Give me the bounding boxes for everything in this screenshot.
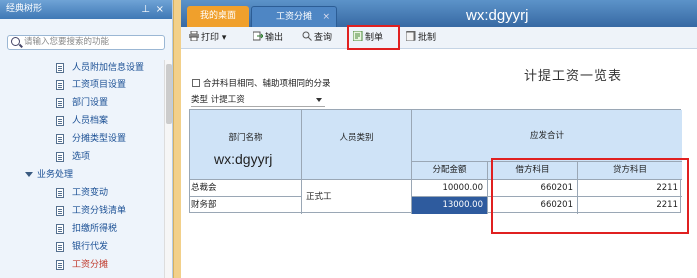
merge-option-label: 合并科目相同、辅助项相同的分录 bbox=[203, 79, 331, 89]
query-button[interactable]: 查询 bbox=[302, 31, 332, 45]
header-payable-total: 应发合计 bbox=[412, 110, 682, 162]
export-button[interactable]: 输出 bbox=[253, 31, 283, 45]
tree-item-label: 工资分摊 bbox=[72, 260, 109, 270]
type-select-value: 类型 计提工资 bbox=[191, 95, 245, 105]
document-icon bbox=[56, 116, 64, 126]
tree-item-label: 人员档案 bbox=[72, 116, 109, 126]
tab-salary-allocation[interactable]: 工资分摊 × bbox=[251, 6, 337, 27]
search-icon bbox=[11, 37, 20, 46]
merge-checkbox[interactable]: 合并科目相同、辅助项相同的分录 bbox=[192, 77, 331, 89]
tree-item-salary-items[interactable]: 工资项目设置 bbox=[0, 76, 160, 94]
tree-item-label: 工资项目设置 bbox=[72, 80, 127, 90]
search-input[interactable]: 请输入您要搜索的功能 bbox=[7, 35, 165, 50]
cell-dept[interactable]: 总裁会 bbox=[190, 180, 302, 197]
query-icon bbox=[302, 31, 312, 41]
document-icon bbox=[56, 80, 64, 90]
print-label: 打印 bbox=[201, 33, 220, 43]
document-icon bbox=[56, 98, 64, 108]
document-icon bbox=[56, 260, 64, 270]
tree-item-salary-list[interactable]: 工资分钱清单 bbox=[0, 202, 160, 220]
report-title: 计提工资一览表 bbox=[524, 68, 623, 83]
tree-item-label: 业务处理 bbox=[37, 170, 74, 180]
header-label: 人员类别 bbox=[339, 133, 374, 143]
tree-item-salary-allocation[interactable]: 工资分摊 bbox=[0, 256, 160, 274]
tree-item-allocation-types[interactable]: 分摊类型设置 bbox=[0, 130, 160, 148]
cell-amount[interactable]: 10000.00 bbox=[412, 180, 488, 197]
tab-label: 工资分摊 bbox=[275, 12, 312, 22]
pin-icon[interactable]: ⊥ bbox=[141, 0, 150, 19]
printer-icon bbox=[189, 31, 199, 41]
dropdown-arrow-icon bbox=[316, 98, 322, 102]
close-tab-icon[interactable]: × bbox=[322, 7, 330, 27]
document-icon bbox=[56, 224, 64, 234]
watermark-text: wx:dgyyrj bbox=[214, 151, 273, 167]
export-icon bbox=[253, 31, 263, 41]
query-label: 查询 bbox=[314, 33, 333, 43]
tree-item-options[interactable]: 选项 bbox=[0, 148, 160, 166]
tree-item-salary-change[interactable]: 工资变动 bbox=[0, 184, 160, 202]
document-icon bbox=[56, 188, 64, 198]
batch-make-button[interactable]: 批制 bbox=[406, 31, 436, 45]
cell-text: 总裁会 bbox=[191, 183, 217, 193]
export-label: 输出 bbox=[265, 33, 284, 43]
cell-person-type[interactable]: 正式工 bbox=[302, 180, 412, 214]
toolbar: 打印 ▾ 输出 查询 制单 批制 bbox=[181, 27, 697, 49]
header-label: 分配金额 bbox=[432, 165, 467, 175]
expand-triangle-icon bbox=[25, 172, 33, 177]
tree-item-bank[interactable]: 银行代发 bbox=[0, 238, 160, 256]
left-scrollbar[interactable] bbox=[164, 60, 172, 278]
tree-folder-business[interactable]: 业务处理 bbox=[0, 166, 160, 184]
batch-make-label: 批制 bbox=[418, 33, 437, 43]
type-select[interactable]: 类型 计提工资 bbox=[191, 95, 325, 107]
tree-item-label: 工资分钱清单 bbox=[72, 206, 127, 216]
cell-text: 财务部 bbox=[191, 200, 217, 210]
cell-text: 正式工 bbox=[306, 192, 332, 202]
highlight-box bbox=[347, 25, 400, 50]
batch-icon bbox=[406, 31, 416, 41]
tree-item-personnel[interactable]: 人员档案 bbox=[0, 112, 160, 130]
print-button[interactable]: 打印 ▾ bbox=[189, 31, 226, 45]
document-icon bbox=[56, 134, 64, 144]
search-placeholder: 请输入您要搜索的功能 bbox=[24, 37, 110, 47]
cell-text: 10000.00 bbox=[442, 183, 483, 193]
cell-amount-selected[interactable]: 13000.00 bbox=[412, 197, 488, 214]
tab-my-desktop[interactable]: 我的桌面 bbox=[187, 6, 249, 27]
tree-item-label: 银行代发 bbox=[72, 242, 109, 252]
document-icon bbox=[56, 242, 64, 252]
tree-item-label: 人员附加信息设置 bbox=[72, 63, 145, 73]
cell-dept[interactable]: 财务部 bbox=[190, 197, 302, 214]
tree-item-label: 工资变动 bbox=[72, 188, 109, 198]
scrollbar-thumb[interactable] bbox=[166, 64, 172, 124]
tab-bar: 我的桌面 工资分摊 × bbox=[181, 0, 697, 27]
cell-text: 13000.00 bbox=[442, 200, 483, 210]
tree-item-label: 部门设置 bbox=[72, 98, 109, 108]
header-label: 部门名称 bbox=[228, 133, 263, 143]
tree-item-label: 扣缴所得税 bbox=[72, 224, 118, 234]
highlight-box bbox=[491, 158, 689, 234]
document-icon bbox=[56, 152, 64, 162]
panel-header: 经典树形 ⊥ × bbox=[0, 0, 172, 19]
tree-item-person-extra-info[interactable]: 人员附加信息设置 bbox=[0, 59, 160, 77]
header-alloc-amount: 分配金额 bbox=[412, 162, 488, 180]
checkbox-box[interactable] bbox=[192, 79, 200, 87]
tree-item-departments[interactable]: 部门设置 bbox=[0, 94, 160, 112]
header-person-type: 人员类别 bbox=[302, 110, 412, 180]
panel-title: 经典树形 bbox=[6, 4, 43, 14]
tree-item-label: 选项 bbox=[72, 152, 91, 162]
document-icon bbox=[56, 206, 64, 216]
tree-item-label: 分摊类型设置 bbox=[72, 134, 127, 144]
panel-splitter[interactable] bbox=[173, 0, 181, 278]
tab-label: 我的桌面 bbox=[199, 11, 236, 21]
close-icon[interactable]: × bbox=[156, 0, 164, 19]
navigation-panel: 经典树形 ⊥ × 请输入您要搜索的功能 人员附加信息设置 工资项目设置 部门设置… bbox=[0, 0, 173, 278]
header-label: 应发合计 bbox=[529, 131, 564, 141]
header-dept: 部门名称 bbox=[190, 110, 302, 180]
watermark-text: wx:dgyyrj bbox=[466, 7, 529, 24]
document-icon bbox=[56, 63, 64, 73]
tree-item-tax[interactable]: 扣缴所得税 bbox=[0, 220, 160, 238]
